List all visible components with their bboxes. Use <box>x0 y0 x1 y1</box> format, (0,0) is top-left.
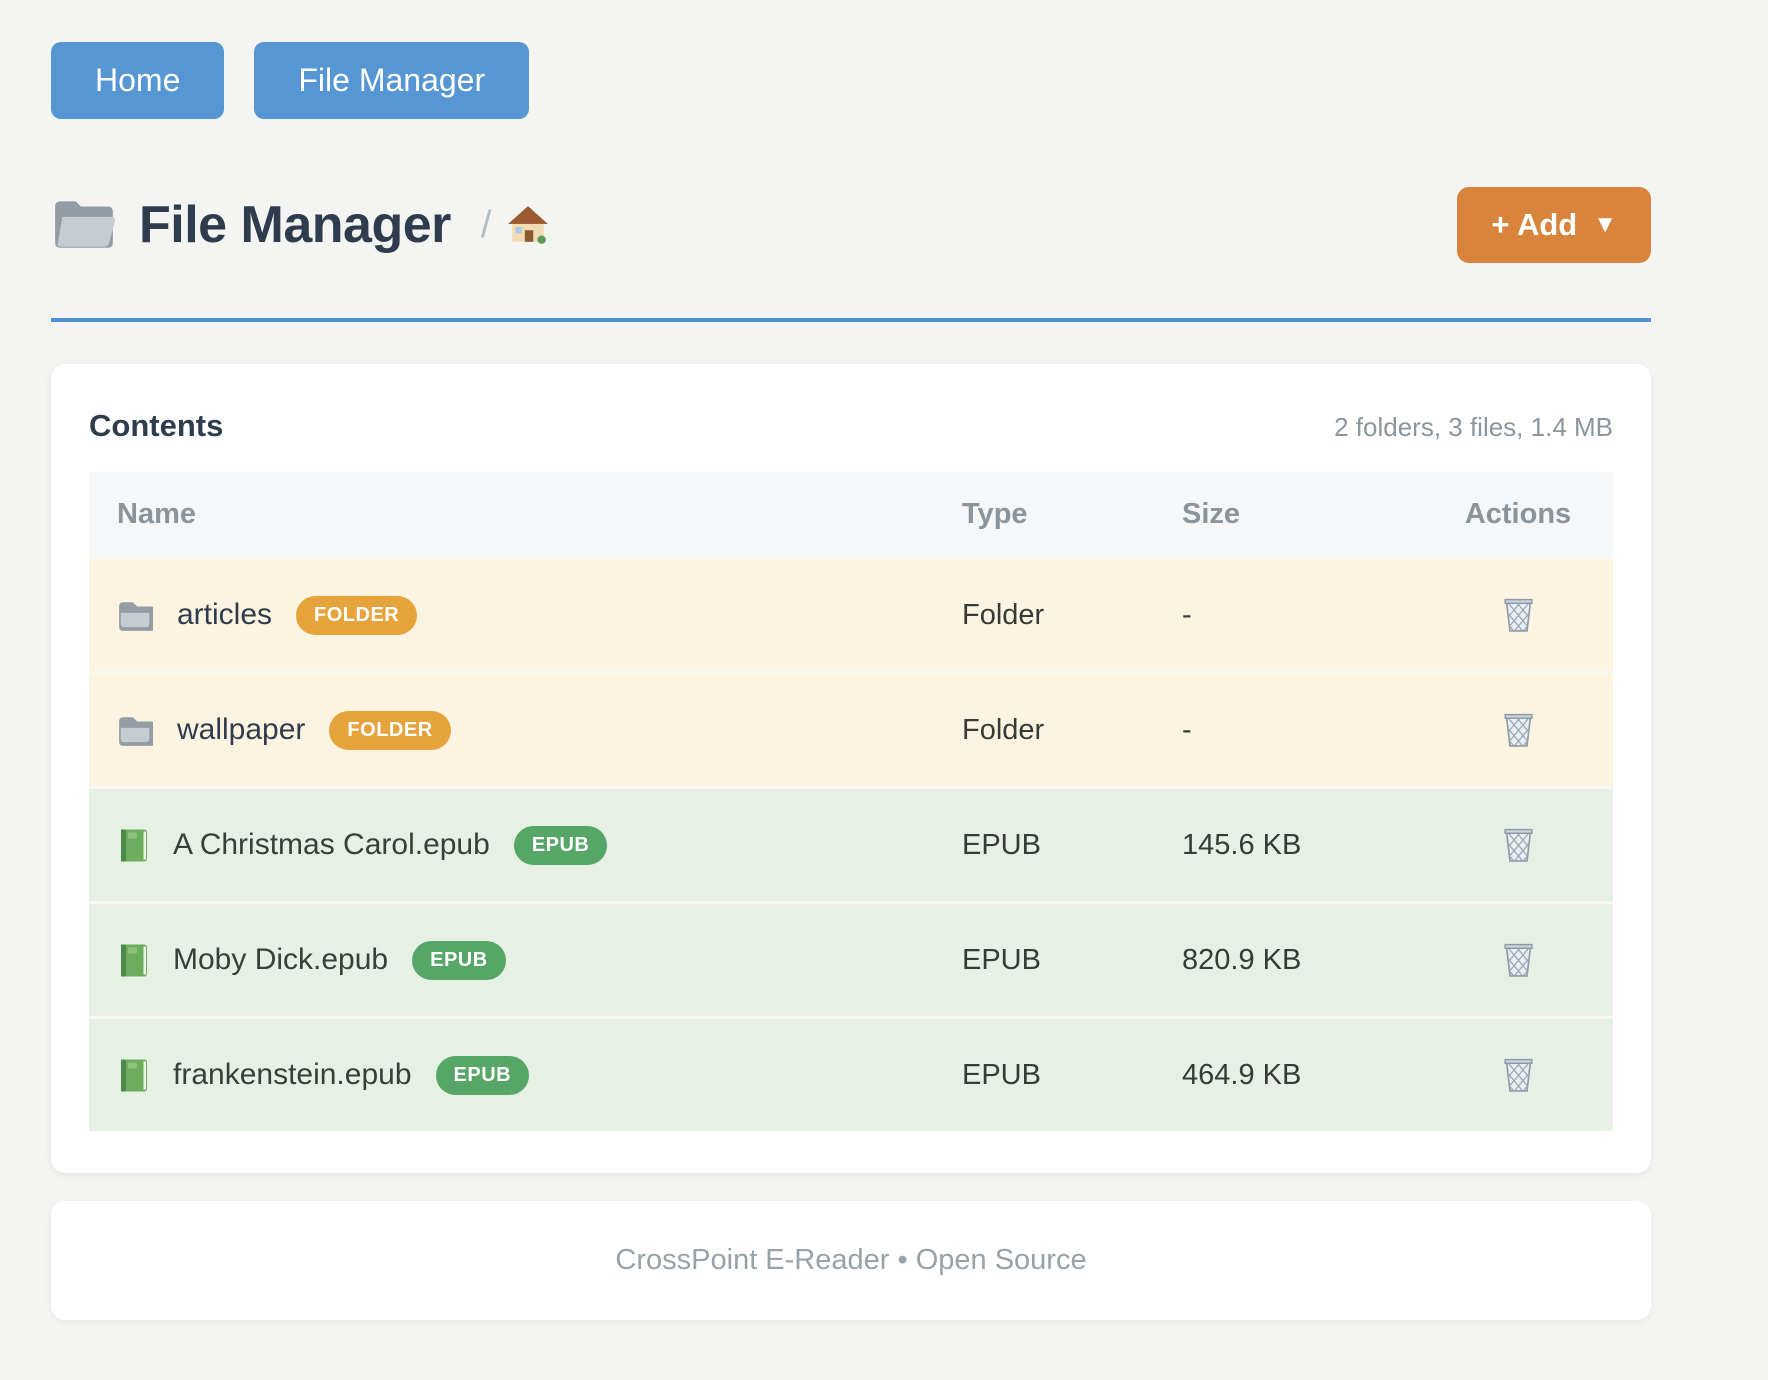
footer-text: CrossPoint E-Reader • Open Source <box>615 1244 1086 1277</box>
delete-button[interactable] <box>1497 935 1540 985</box>
type-badge: EPUB <box>412 941 506 980</box>
trash-icon <box>1501 621 1536 636</box>
contents-card: Contents 2 folders, 3 files, 1.4 MB Name… <box>51 364 1651 1173</box>
size-cell: 820.9 KB <box>1154 903 1423 1018</box>
open-folder-icon <box>51 194 117 257</box>
page-title: File Manager <box>139 195 451 255</box>
breadcrumb-separator: / <box>481 204 492 247</box>
column-header-actions: Actions <box>1423 472 1613 558</box>
trash-icon <box>1501 1081 1536 1096</box>
trash-icon <box>1501 736 1536 751</box>
table-header-row: Name Type Size Actions <box>89 472 1613 558</box>
type-cell: EPUB <box>934 1018 1154 1132</box>
delete-button[interactable] <box>1497 1050 1540 1100</box>
add-button-label: + Add <box>1491 207 1577 243</box>
type-badge: EPUB <box>436 1056 530 1095</box>
size-cell: 145.6 KB <box>1154 788 1423 903</box>
column-header-size: Size <box>1154 472 1423 558</box>
delete-button[interactable] <box>1497 705 1540 755</box>
size-cell: - <box>1154 673 1423 788</box>
page: Home File Manager File Manager / <box>51 0 1651 1320</box>
nav-file-manager-button[interactable]: File Manager <box>254 42 529 119</box>
table-row[interactable]: Moby Dick.epub EPUB EPUB 820.9 KB <box>89 903 1613 1018</box>
card-header: Contents 2 folders, 3 files, 1.4 MB <box>89 408 1613 444</box>
delete-button[interactable] <box>1497 590 1540 640</box>
trash-icon <box>1501 851 1536 866</box>
column-header-type: Type <box>934 472 1154 558</box>
top-nav: Home File Manager <box>51 0 1651 119</box>
type-cell: Folder <box>934 673 1154 788</box>
footer: CrossPoint E-Reader • Open Source <box>51 1201 1651 1320</box>
file-name[interactable]: A Christmas Carol.epub <box>173 828 490 862</box>
green-book-icon <box>117 942 149 979</box>
type-cell: Folder <box>934 558 1154 673</box>
contents-summary: 2 folders, 3 files, 1.4 MB <box>1334 412 1613 443</box>
title-group: File Manager / <box>51 194 549 257</box>
page-header: File Manager / + Add ▼ <box>51 187 1651 263</box>
delete-button[interactable] <box>1497 820 1540 870</box>
green-book-icon <box>117 1057 149 1094</box>
type-badge: FOLDER <box>296 596 417 635</box>
table-row[interactable]: frankenstein.epub EPUB EPUB 464.9 KB <box>89 1018 1613 1132</box>
type-badge: FOLDER <box>329 711 450 750</box>
size-cell: - <box>1154 558 1423 673</box>
size-cell: 464.9 KB <box>1154 1018 1423 1132</box>
folder-icon <box>117 599 153 631</box>
title-divider <box>51 318 1651 322</box>
file-name[interactable]: Moby Dick.epub <box>173 943 388 977</box>
house-icon[interactable] <box>507 204 549 246</box>
table-row[interactable]: articles FOLDER Folder - <box>89 558 1613 673</box>
type-cell: EPUB <box>934 903 1154 1018</box>
type-cell: EPUB <box>934 788 1154 903</box>
add-button[interactable]: + Add ▼ <box>1457 187 1651 263</box>
file-table: Name Type Size Actions articles FOLDER F… <box>89 472 1613 1131</box>
trash-icon <box>1501 966 1536 981</box>
nav-home-button[interactable]: Home <box>51 42 224 119</box>
contents-heading: Contents <box>89 408 223 444</box>
caret-down-icon: ▼ <box>1593 211 1617 239</box>
file-name[interactable]: wallpaper <box>177 713 305 747</box>
type-badge: EPUB <box>514 826 608 865</box>
file-name[interactable]: frankenstein.epub <box>173 1058 412 1092</box>
file-name[interactable]: articles <box>177 598 272 632</box>
column-header-name: Name <box>89 472 934 558</box>
table-row[interactable]: A Christmas Carol.epub EPUB EPUB 145.6 K… <box>89 788 1613 903</box>
table-row[interactable]: wallpaper FOLDER Folder - <box>89 673 1613 788</box>
green-book-icon <box>117 827 149 864</box>
folder-icon <box>117 714 153 746</box>
